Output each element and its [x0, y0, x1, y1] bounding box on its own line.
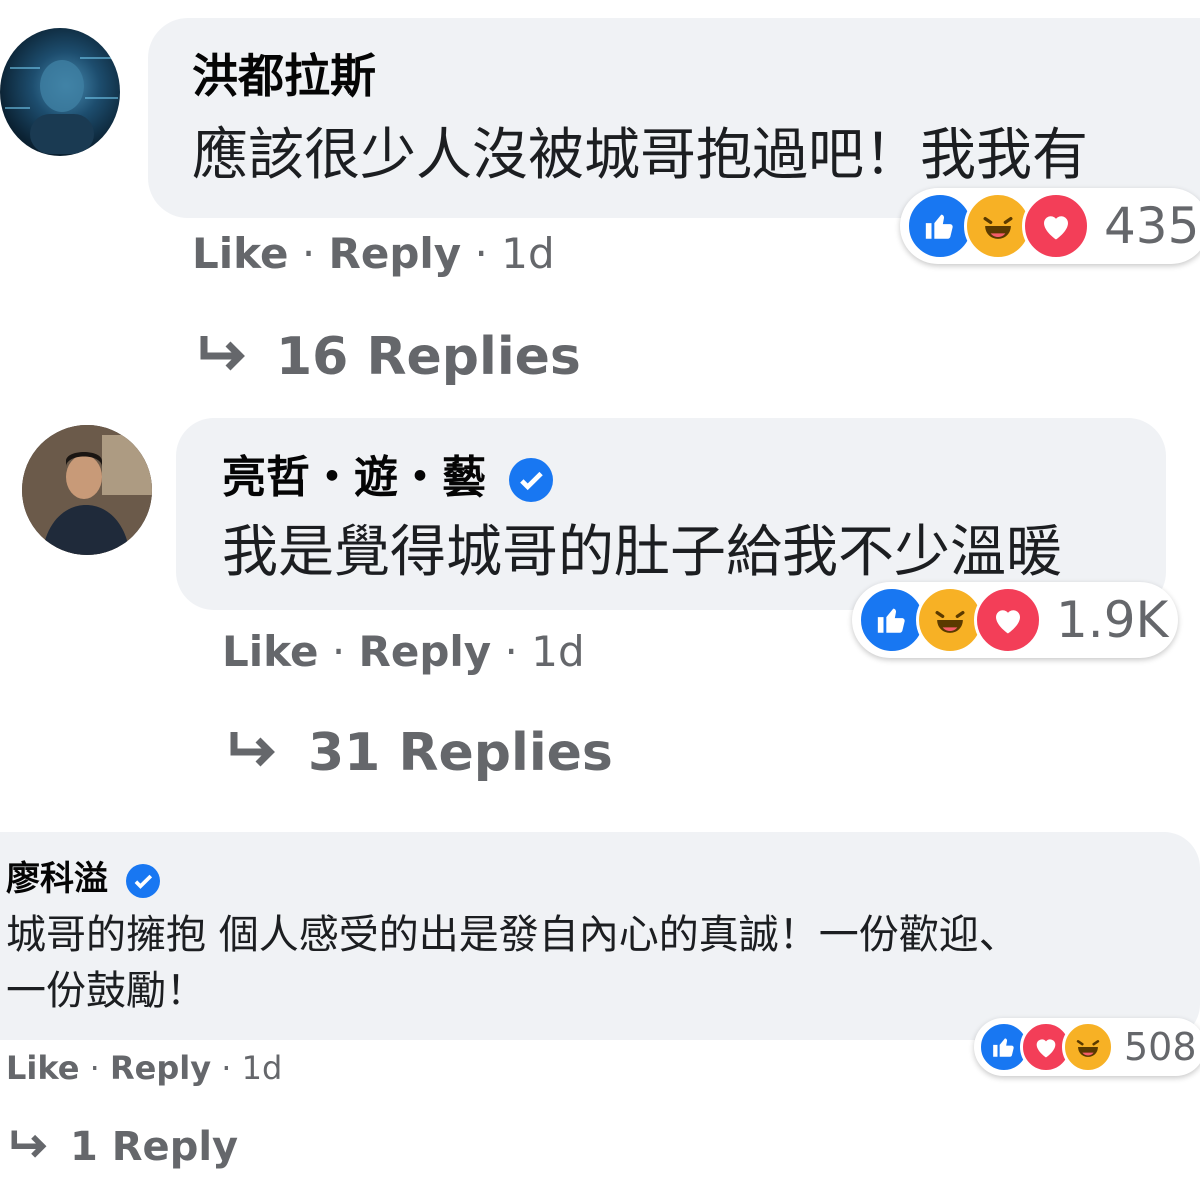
reaction-count: 508 — [1124, 1025, 1197, 1069]
love-icon — [974, 586, 1042, 654]
love-icon — [1022, 192, 1090, 260]
comment-author[interactable]: 洪都拉斯 — [192, 46, 376, 106]
reply-button[interactable]: Reply — [359, 627, 492, 676]
reaction-summary[interactable]: 1.9K — [852, 582, 1179, 658]
replies-count-label[interactable]: 16 Replies — [276, 324, 581, 390]
comment-text-line: 城哥的擁抱 個人感受的出是發自內心的真誠！一份歡迎、 — [6, 912, 1019, 958]
comment-actions: Like · Reply · 1d — [222, 624, 585, 680]
reply-arrow-icon — [230, 732, 275, 767]
separator: · — [504, 627, 532, 676]
comment-text: 應該很少人沒被城哥抱過吧！我我有 — [192, 123, 1088, 188]
reaction-count: 435 — [1104, 197, 1200, 255]
reply-arrow-icon — [11, 1130, 47, 1158]
separator: · — [331, 627, 359, 676]
like-button[interactable]: Like — [222, 627, 318, 676]
reply-arrow-icon — [200, 336, 245, 371]
view-replies-link[interactable]: 16 Replies — [196, 324, 581, 390]
view-replies-link[interactable]: 1 Reply — [8, 1120, 238, 1174]
comment-author[interactable]: 亮哲・遊・藝 — [222, 448, 554, 508]
view-replies-link[interactable]: 31 Replies — [226, 720, 613, 786]
comment-author[interactable]: 廖科溢 — [6, 854, 160, 904]
comment-text-line: 一份鼓勵！ — [6, 968, 206, 1014]
author-name[interactable]: 廖科溢 — [6, 859, 108, 899]
author-name[interactable]: 亮哲・遊・藝 — [222, 452, 486, 503]
reply-button[interactable]: Reply — [329, 229, 462, 278]
replies-count-label[interactable]: 1 Reply — [70, 1120, 238, 1174]
separator: · — [301, 229, 329, 278]
comment-actions: Like · Reply · 1d — [6, 1046, 282, 1090]
timestamp[interactable]: 1d — [531, 627, 584, 676]
reaction-count: 1.9K — [1056, 591, 1169, 649]
separator: · — [474, 229, 502, 278]
verified-badge-icon — [125, 863, 160, 898]
comment-actions: Like · Reply · 1d — [192, 226, 555, 282]
like-button[interactable]: Like — [6, 1049, 79, 1087]
reaction-summary[interactable]: 508 — [974, 1018, 1200, 1076]
reply-button[interactable]: Reply — [110, 1049, 211, 1087]
separator: · — [89, 1049, 110, 1087]
reaction-summary[interactable]: 435 — [900, 188, 1200, 264]
comment-text: 我是覺得城哥的肚子給我不少溫暖 — [222, 520, 1062, 585]
timestamp[interactable]: 1d — [501, 229, 554, 278]
separator: · — [221, 1049, 242, 1087]
like-button[interactable]: Like — [192, 229, 288, 278]
replies-count-label[interactable]: 31 Replies — [308, 720, 613, 786]
avatar[interactable] — [0, 28, 120, 156]
avatar[interactable] — [22, 425, 152, 555]
timestamp[interactable]: 1d — [242, 1049, 283, 1087]
verified-badge-icon — [509, 458, 554, 502]
haha-icon — [1062, 1021, 1114, 1073]
